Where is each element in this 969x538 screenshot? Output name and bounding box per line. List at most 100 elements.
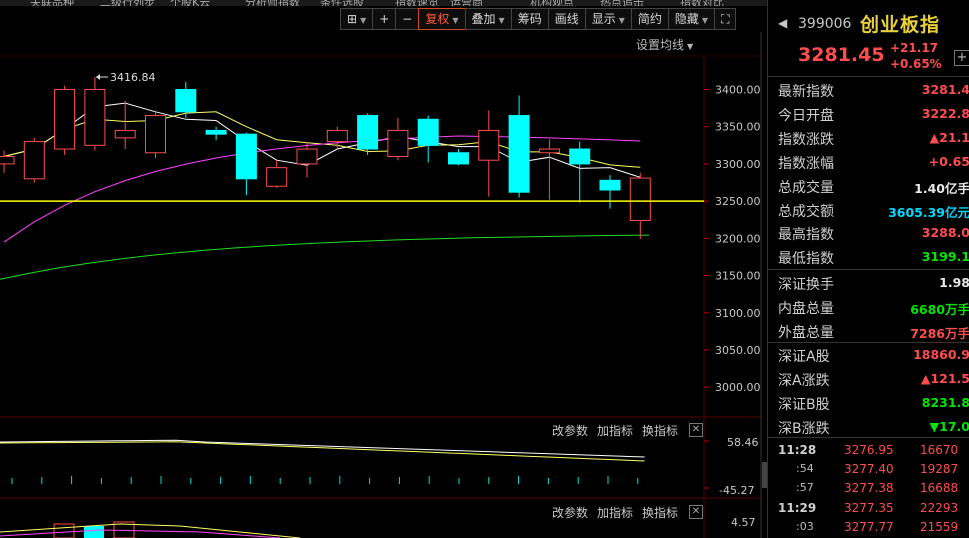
candle[interactable] bbox=[569, 141, 591, 203]
candle[interactable] bbox=[599, 175, 621, 209]
sub2-params-button[interactable]: 改参数 bbox=[552, 504, 588, 521]
svg-text:3416.84: 3416.84 bbox=[110, 71, 156, 84]
toolbar-overlay-button[interactable]: 叠加 ▼ bbox=[464, 8, 512, 30]
quote-volume-row: 内盘总量 6680万手 bbox=[768, 295, 969, 319]
toolbar-layout-button[interactable]: ⊞ ▼ bbox=[340, 8, 374, 30]
top-menu-item[interactable]: 指数速览 bbox=[395, 0, 439, 6]
top-menu-item[interactable]: 指数对比 bbox=[680, 0, 724, 6]
candle[interactable] bbox=[23, 137, 45, 183]
y-tick-label: 3100.00 bbox=[715, 307, 761, 320]
sub2-bar bbox=[53, 523, 75, 538]
quote-label: 指数涨幅 bbox=[778, 155, 834, 172]
candle[interactable] bbox=[114, 100, 136, 150]
tick-volume: 21559 bbox=[920, 519, 959, 534]
candle[interactable] bbox=[629, 172, 651, 240]
candle[interactable] bbox=[357, 113, 379, 155]
toolbar-fullscreen-button[interactable]: ⛶ bbox=[714, 8, 737, 30]
sub2-switch-indicator-button[interactable]: 换指标 bbox=[642, 504, 678, 521]
candle[interactable] bbox=[478, 110, 500, 197]
toolbar-display-button[interactable]: 显示 ▼ bbox=[584, 8, 632, 30]
sub1-close-icon[interactable]: ✕ bbox=[689, 423, 703, 437]
candle[interactable] bbox=[205, 126, 227, 141]
candle[interactable] bbox=[235, 132, 257, 196]
candle[interactable] bbox=[145, 110, 166, 158]
y-tick-label: 3150.00 bbox=[715, 270, 761, 283]
panel-resize-handle[interactable] bbox=[762, 462, 767, 488]
sub1-params-button[interactable]: 改参数 bbox=[552, 422, 588, 439]
sub2-close-icon[interactable]: ✕ bbox=[689, 505, 703, 519]
tick-row[interactable]: :57 3277.38 16688 bbox=[768, 479, 969, 498]
quote-label: 外盘总量 bbox=[778, 324, 834, 341]
top-menu-item[interactable]: 运营商 bbox=[450, 0, 483, 6]
candle[interactable] bbox=[0, 150, 15, 173]
y-tick-label: 3250.00 bbox=[715, 195, 761, 208]
candle[interactable] bbox=[417, 115, 439, 163]
toolbar-chips-button[interactable]: 筹码 bbox=[510, 8, 549, 30]
tick-row[interactable]: 11:28 3276.95 16670 bbox=[768, 441, 969, 460]
price-change: +21.17 +0.65% bbox=[890, 41, 942, 71]
separator bbox=[768, 437, 969, 438]
tick-price: 3276.95 bbox=[844, 443, 894, 457]
candle[interactable] bbox=[508, 95, 530, 198]
top-menu-item[interactable]: 个股K云 bbox=[170, 0, 210, 6]
toolbar-hide-button[interactable]: 隐藏 ▼ bbox=[667, 8, 716, 30]
candle[interactable] bbox=[84, 76, 106, 151]
candle[interactable] bbox=[266, 160, 288, 188]
sub2-bar bbox=[84, 526, 104, 538]
quote-value: ▲121.5 bbox=[920, 370, 969, 386]
kline-chart[interactable]: 3400.00 3350.00 3300.00 3250.00 3200.00 3150.… bbox=[0, 32, 762, 538]
top-menu-item[interactable]: 关联品种 bbox=[30, 0, 74, 6]
quote-value: 3605.39亿元 bbox=[888, 204, 969, 220]
prev-arrow-icon[interactable]: ◀ bbox=[778, 16, 787, 30]
quote-label: 今日开盘 bbox=[778, 107, 834, 124]
quote-label: 最高指数 bbox=[778, 227, 834, 244]
quote-main-row: 指数涨幅 +0.65 bbox=[768, 150, 969, 174]
toolbar-fuquan-button[interactable]: 复权 ▼ bbox=[418, 8, 466, 30]
sub1-switch-indicator-button[interactable]: 换指标 bbox=[642, 422, 678, 439]
candle[interactable] bbox=[448, 149, 469, 166]
ma-setting-button[interactable]: 设置均线 ▼ bbox=[636, 36, 693, 53]
index-code: 399006 bbox=[798, 16, 852, 32]
tick-time: 11:29 bbox=[778, 500, 817, 515]
quote-label: 深证A股 bbox=[778, 349, 830, 365]
quote-panel: ◀ 399006 创业板指 3281.45 +21.17 +0.65% + 最新… bbox=[767, 0, 969, 538]
quote-main-row: 指数涨跌 ▲21.1 bbox=[768, 126, 969, 150]
add-watchlist-icon[interactable]: + bbox=[954, 50, 969, 66]
quote-value: 3222.8 bbox=[921, 105, 969, 121]
tick-price: 3277.40 bbox=[844, 462, 894, 477]
sub2-add-indicator-button[interactable]: 加指标 bbox=[597, 504, 633, 521]
top-menu-item[interactable]: 二级行列步 bbox=[100, 0, 155, 6]
quote-value: 8231.8 bbox=[921, 394, 969, 410]
tick-row[interactable]: :54 3277.40 19287 bbox=[768, 460, 969, 479]
top-menu-item[interactable]: 热点追击 bbox=[600, 0, 644, 6]
kline-chart-area[interactable]: 3400.00 3350.00 3300.00 3250.00 3200.00 3150.… bbox=[0, 32, 762, 538]
quote-volume-row: 深证换手 1.98 bbox=[768, 271, 969, 295]
toolbar-simple-button[interactable]: 简约 bbox=[630, 8, 669, 30]
tick-time: 11:28 bbox=[778, 443, 817, 457]
toolbar-zoom-out-button[interactable]: − bbox=[395, 8, 420, 30]
candle[interactable] bbox=[296, 141, 318, 178]
sub2-line bbox=[0, 529, 281, 538]
candle[interactable] bbox=[326, 126, 348, 150]
top-menu-item[interactable]: 条件选股 bbox=[320, 0, 364, 6]
separator bbox=[768, 269, 969, 270]
chart-toolbar: ⊞ ▼ + − 复权 ▼ 叠加 ▼ 筹码 画线 显示 ▼ 简约 隐藏 ▼ ⛶ bbox=[340, 8, 737, 30]
tick-time: :57 bbox=[796, 481, 814, 495]
candle[interactable] bbox=[54, 85, 76, 155]
candle[interactable] bbox=[538, 139, 560, 200]
tick-row[interactable]: 11:29 3277.35 22293 bbox=[768, 499, 969, 518]
toolbar-zoom-in-button[interactable]: + bbox=[372, 8, 397, 30]
sub1-add-indicator-button[interactable]: 加指标 bbox=[597, 422, 633, 439]
current-price: 3281.45 bbox=[798, 44, 885, 66]
toolbar-draw-button[interactable]: 画线 bbox=[547, 8, 586, 30]
quote-main-row: 最低指数 3199.1 bbox=[768, 245, 969, 269]
tick-volume: 16688 bbox=[920, 481, 959, 496]
top-menu-item[interactable]: 分析师指数 bbox=[245, 0, 300, 6]
tick-time: :54 bbox=[796, 462, 814, 476]
tick-time: :03 bbox=[796, 519, 814, 533]
top-menu-item[interactable]: 机构观点 bbox=[530, 0, 574, 6]
quote-label: 最新指数 bbox=[778, 84, 834, 100]
candle[interactable] bbox=[387, 117, 409, 161]
tick-row[interactable]: :03 3277.77 21559 bbox=[768, 518, 969, 537]
quote-value: 18860.9 bbox=[913, 347, 969, 362]
